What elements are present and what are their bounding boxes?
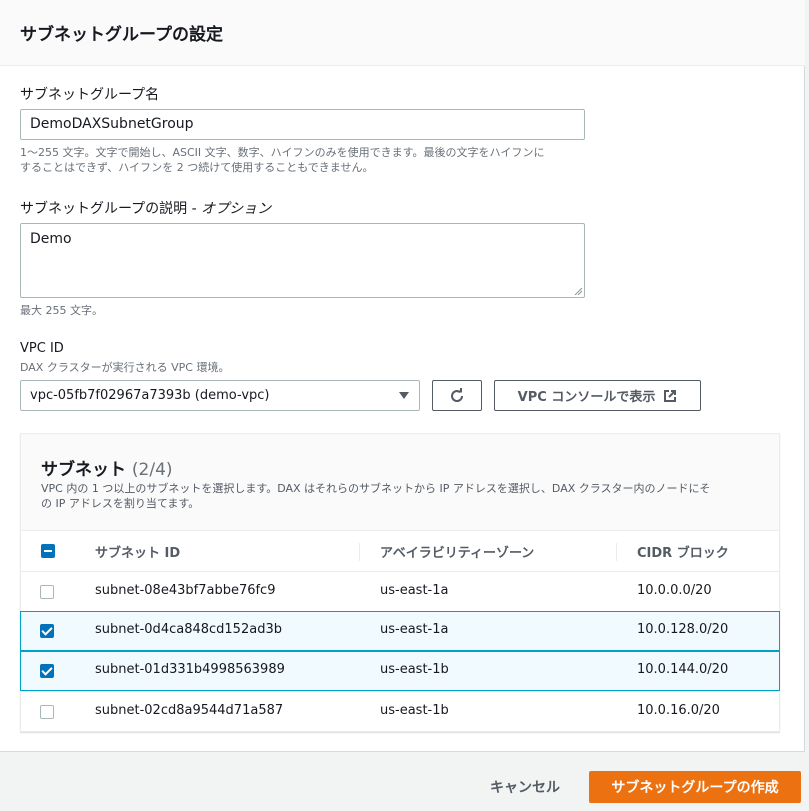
az-cell: us-east-1b (380, 662, 449, 677)
select-all-checkbox[interactable] (41, 544, 55, 558)
description-label-optional: オプション (201, 201, 272, 217)
az-cell: us-east-1b (380, 703, 449, 718)
subnet-id-cell: subnet-0d4ca848cd152ad3b (95, 622, 282, 637)
row-checkbox[interactable] (40, 705, 54, 719)
subnet-id-cell: subnet-01d331b4998563989 (95, 662, 285, 677)
subnets-container: サブネット (2/4) VPC 内の 1 つ以上のサブネットを選択します。DAX… (20, 433, 780, 732)
subnets-count: (2/4) (131, 460, 173, 480)
create-subnet-group-button[interactable]: サブネットグループの作成 (589, 771, 801, 803)
description-label: サブネットグループの説明 - オプション (20, 198, 271, 218)
panel-title: サブネットグループの設定 (20, 25, 223, 45)
subnet-id-cell: subnet-08e43bf7abbe76fc9 (95, 583, 276, 598)
az-cell: us-east-1a (380, 583, 449, 598)
description-label-text: サブネットグループの説明 - (20, 201, 202, 217)
subnets-header: サブネット (2/4) VPC 内の 1 つ以上のサブネットを選択します。DAX… (21, 434, 779, 531)
az-cell: us-east-1a (380, 622, 449, 637)
subnet-group-name-value: DemoDAXSubnetGroup (30, 116, 194, 132)
vpc-console-button-label: VPC コンソールで表示 (517, 390, 656, 405)
subnet-group-settings-panel: サブネットグループの設定 サブネットグループ名 DemoDAXSubnetGro… (0, 0, 805, 752)
column-divider[interactable] (359, 543, 360, 561)
subnet-id-cell: subnet-02cd8a9544d71a587 (95, 703, 284, 718)
cidr-cell: 10.0.128.0/20 (637, 622, 729, 637)
description-hint: 最大 255 文字。 (20, 304, 103, 317)
subnet-group-name-hint-1: 1〜255 文字。文字で開始し、ASCII 文字、数字、ハイフンのみを使用できま… (20, 146, 545, 159)
cidr-cell: 10.0.16.0/20 (637, 703, 720, 718)
description-textarea[interactable]: Demo (20, 223, 585, 298)
subnets-description-1: VPC 内の 1 つ以上のサブネットを選択します。DAX はそれらのサブネットか… (41, 482, 711, 495)
row-checkbox[interactable] (40, 585, 54, 599)
column-header-cidr[interactable]: CIDR ブロック (637, 542, 729, 561)
subnets-title-text: サブネット (41, 460, 126, 480)
cancel-button[interactable]: キャンセル (478, 772, 572, 802)
panel-header: サブネットグループの設定 (0, 0, 805, 66)
vpc-id-label: VPC ID (20, 341, 64, 356)
subnets-title: サブネット (2/4) (41, 455, 173, 480)
subnets-description-2: の IP アドレスを割り当てます。 (41, 497, 200, 510)
vpc-console-button[interactable]: VPC コンソールで表示 (494, 380, 701, 411)
vpc-id-hint: DAX クラスターが実行される VPC 環境。 (20, 361, 230, 374)
subnet-group-name-input[interactable]: DemoDAXSubnetGroup (20, 109, 585, 140)
description-value: Demo (30, 231, 72, 247)
vpc-select-value: vpc-05fb7f02967a7393b (demo-vpc) (30, 388, 270, 403)
table-row[interactable]: subnet-08e43bf7abbe76fc9 us-east-1a 10.0… (20, 571, 780, 611)
row-checkbox[interactable] (40, 624, 54, 638)
table-row[interactable]: subnet-0d4ca848cd152ad3b us-east-1a 10.0… (20, 611, 780, 651)
row-checkbox[interactable] (40, 664, 54, 678)
table-row[interactable]: subnet-02cd8a9544d71a587 us-east-1b 10.0… (20, 691, 780, 731)
column-divider[interactable] (616, 543, 617, 561)
subnet-group-name-label: サブネットグループ名 (20, 87, 160, 103)
column-header-subnet-id[interactable]: サブネット ID (95, 542, 180, 561)
resize-handle-icon[interactable] (574, 287, 582, 295)
cidr-cell: 10.0.0.0/20 (637, 583, 712, 598)
cidr-cell: 10.0.144.0/20 (637, 662, 729, 677)
refresh-icon (451, 387, 464, 402)
subnet-group-name-hint-2: することはできず、ハイフンを 2 つ続けて使用することもできません。 (20, 161, 374, 174)
external-link-icon (664, 389, 677, 402)
vpc-select[interactable]: vpc-05fb7f02967a7393b (demo-vpc) (20, 380, 420, 411)
column-header-availability-zone[interactable]: アベイラビリティーゾーン (380, 542, 534, 561)
table-row[interactable]: subnet-01d331b4998563989 us-east-1b 10.0… (20, 651, 780, 691)
refresh-button[interactable] (432, 380, 482, 411)
caret-down-icon (399, 392, 409, 399)
